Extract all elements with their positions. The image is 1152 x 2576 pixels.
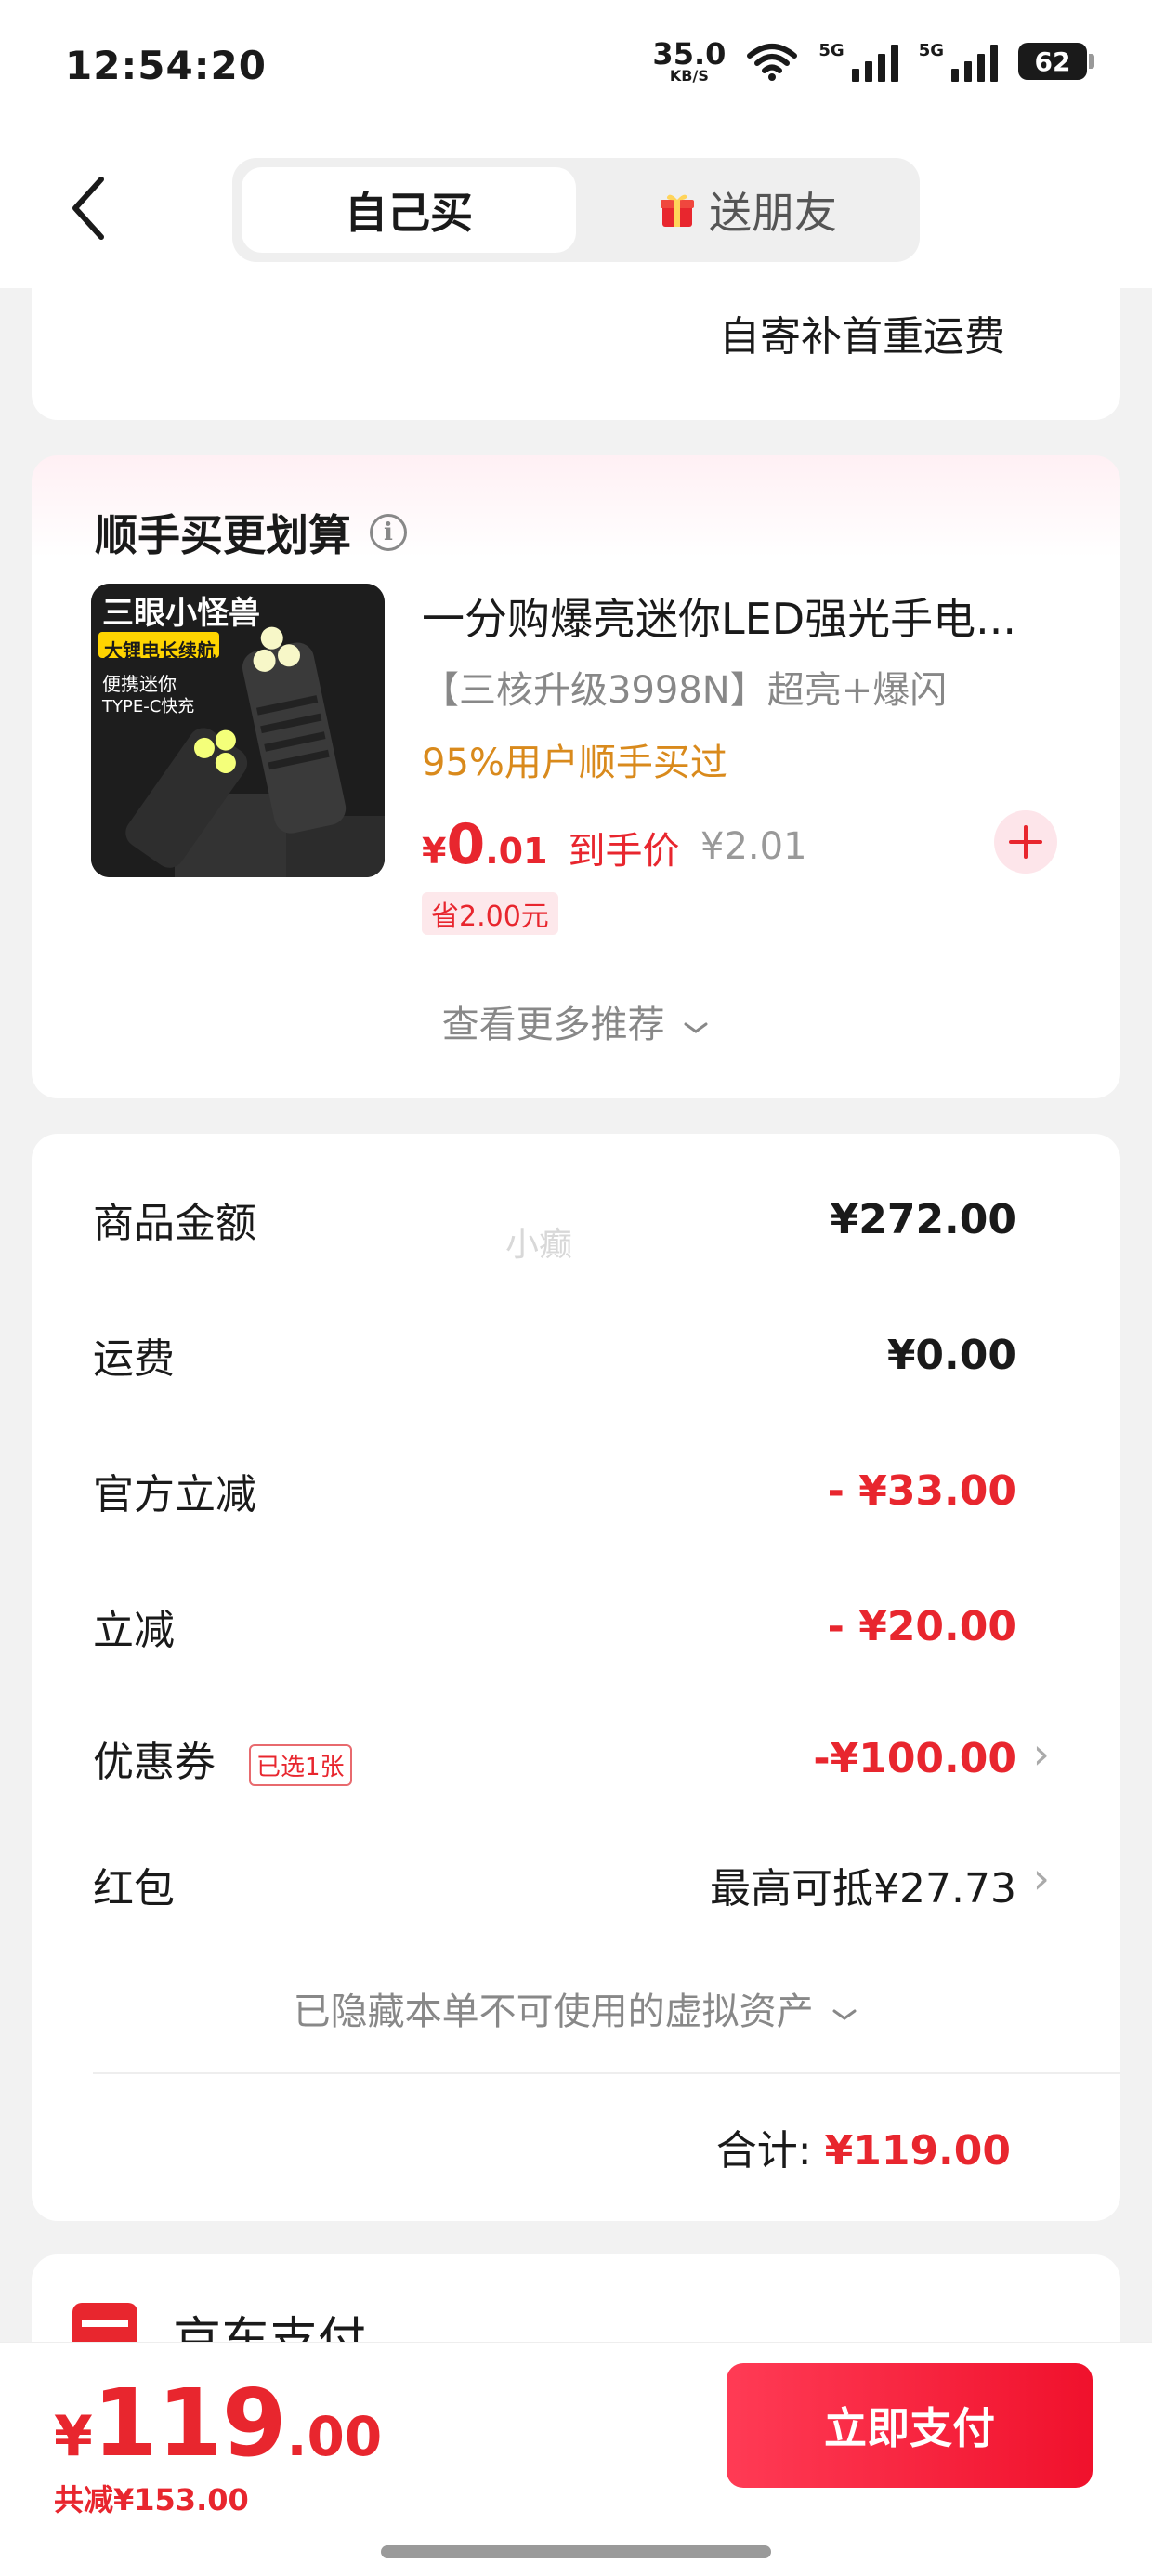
home-indicator[interactable] [381, 2545, 771, 2558]
summary-label: 官方立减 [93, 1471, 256, 1518]
gift-icon [661, 194, 694, 227]
back-button[interactable] [56, 171, 121, 245]
summary-value: 最高可抵¥27.73 [710, 1865, 1016, 1912]
summary-label: 运费 [93, 1335, 175, 1383]
status-bar: 12:54:20 35.0 KB/S 5G 5G 62 [0, 0, 1152, 139]
price-summary-card: 小癫 商品金额 ¥272.00 运费 ¥0.00 官方立减 - ¥33.00 立… [32, 1134, 1120, 2221]
coupon-count-badge: 已选1张 [249, 1743, 352, 1786]
product-image-title: 三眼小怪兽 [102, 595, 260, 632]
summary-row-goods: 商品金额 ¥272.00 [93, 1189, 1016, 1249]
signal-label: 5G [918, 41, 944, 60]
buy-mode-switch: 自己买 送朋友 [232, 158, 920, 262]
summary-row-coupon[interactable]: 优惠券 已选1张 -¥100.00 [93, 1728, 1016, 1788]
summary-value: ¥272.00 [830, 1195, 1016, 1243]
summary-value: - ¥33.00 [827, 1466, 1016, 1515]
tab-send-friend-label: 送朋友 [709, 188, 837, 238]
info-icon[interactable]: i [370, 514, 407, 551]
total-saved: 共减¥153.00 [54, 2482, 249, 2517]
summary-row-red-packet[interactable]: 红包 最高可抵¥27.73 [93, 1855, 1016, 1914]
chevron-down-icon [684, 1022, 708, 1033]
network-speed: 35.0 KB/S [652, 39, 726, 84]
checkout-bar: ¥ 119 .00 共减¥153.00 立即支付 [0, 2342, 1152, 2576]
checkout-amount-decimal: .00 [286, 2405, 383, 2468]
summary-label: 红包 [93, 1865, 175, 1912]
chevron-right-icon[interactable]: › [1033, 1853, 1050, 1903]
hidden-assets-label: 已隐藏本单不可使用的虚拟资产 [293, 1991, 814, 2033]
order-total: 合计: ¥119.00 [716, 2117, 1011, 2176]
pay-now-button[interactable]: 立即支付 [727, 2363, 1093, 2488]
tab-buy-self[interactable]: 自己买 [242, 167, 576, 253]
product-price: ¥ 0 .01 到手价 [422, 812, 680, 877]
tab-send-friend[interactable]: 送朋友 [585, 167, 910, 253]
divider [93, 2072, 1120, 2074]
total-label: 合计: [715, 2127, 812, 2175]
checkout-currency: ¥ [54, 2404, 93, 2469]
summary-label: 立减 [93, 1607, 175, 1654]
header: 自己买 送朋友 [0, 139, 1152, 288]
summary-label: 商品金额 [93, 1200, 256, 1247]
checkout-amount: ¥ 119 .00 [54, 2369, 382, 2477]
product-subtitle: 【三核升级3998N】超亮+爆闪 [422, 669, 948, 712]
product-image-sub1: 便携迷你 [102, 673, 177, 695]
original-price: ¥2.01 [700, 825, 807, 868]
cell-signal-icon: 5G [919, 41, 998, 82]
cell-signal-icon: 5G [818, 41, 898, 82]
status-time: 12:54:20 [65, 43, 267, 88]
product-bought-percentage: 95%用户顺手买过 [422, 742, 727, 784]
summary-value: -¥100.00 [813, 1734, 1016, 1782]
addon-title: 顺手买更划算 i [95, 502, 407, 563]
return-service-note: 自寄补首重运费 [719, 313, 1005, 361]
product-name[interactable]: 一分购爆亮迷你LED强光手电... [422, 585, 1072, 647]
save-badge: 省2.00元 [422, 892, 558, 935]
product-image-sub2: TYPE-C快充 [102, 697, 195, 716]
more-recommend-link[interactable]: 查看更多推荐 [32, 994, 1120, 1048]
signal-label: 5G [818, 41, 844, 60]
price-currency: ¥ [422, 831, 447, 872]
addon-title-text: 顺手买更划算 [95, 510, 351, 560]
price-integer: 0 [446, 812, 486, 877]
summary-row-official-discount: 官方立减 - ¥33.00 [93, 1461, 1016, 1520]
product-image[interactable]: 三眼小怪兽 大锂电长续航 便携迷你 TYPE-C快充 [91, 584, 385, 877]
price-tag: 到手价 [568, 830, 680, 873]
summary-label: 优惠券 [93, 1739, 216, 1786]
net-speed-value: 35.0 [652, 36, 727, 72]
net-speed-unit: KB/S [669, 67, 709, 85]
summary-value: - ¥20.00 [827, 1602, 1016, 1650]
summary-label-wrap: 优惠券 已选1张 [93, 1728, 352, 1788]
wifi-icon [747, 44, 798, 81]
checkout-amount-integer: 119 [92, 2369, 287, 2477]
add-to-order-button[interactable] [994, 810, 1057, 874]
summary-row-instant-discount: 立减 - ¥20.00 [93, 1597, 1016, 1656]
summary-value: ¥0.00 [886, 1331, 1016, 1379]
price-decimal: .01 [485, 831, 548, 872]
more-recommend-label: 查看更多推荐 [441, 1004, 665, 1046]
chevron-left-icon [72, 177, 104, 240]
hidden-assets-toggle[interactable]: 已隐藏本单不可使用的虚拟资产 [32, 1981, 1120, 2035]
status-icons: 35.0 KB/S 5G 5G 62 [652, 39, 1094, 84]
battery-icon: 62 [1018, 43, 1094, 80]
total-value: ¥119.00 [824, 2127, 1011, 2175]
chevron-right-icon[interactable]: › [1033, 1728, 1050, 1779]
summary-row-shipping: 运费 ¥0.00 [93, 1325, 1016, 1385]
product-image-tag: 大锂电长续航 [104, 639, 216, 662]
addon-recommend-card: 顺手买更划算 i 三眼小怪兽 大锂电长续航 便携迷你 TYPE-C快充 一分购爆… [32, 455, 1120, 1098]
plus-icon [1009, 825, 1042, 859]
chevron-down-icon [832, 2009, 857, 2020]
